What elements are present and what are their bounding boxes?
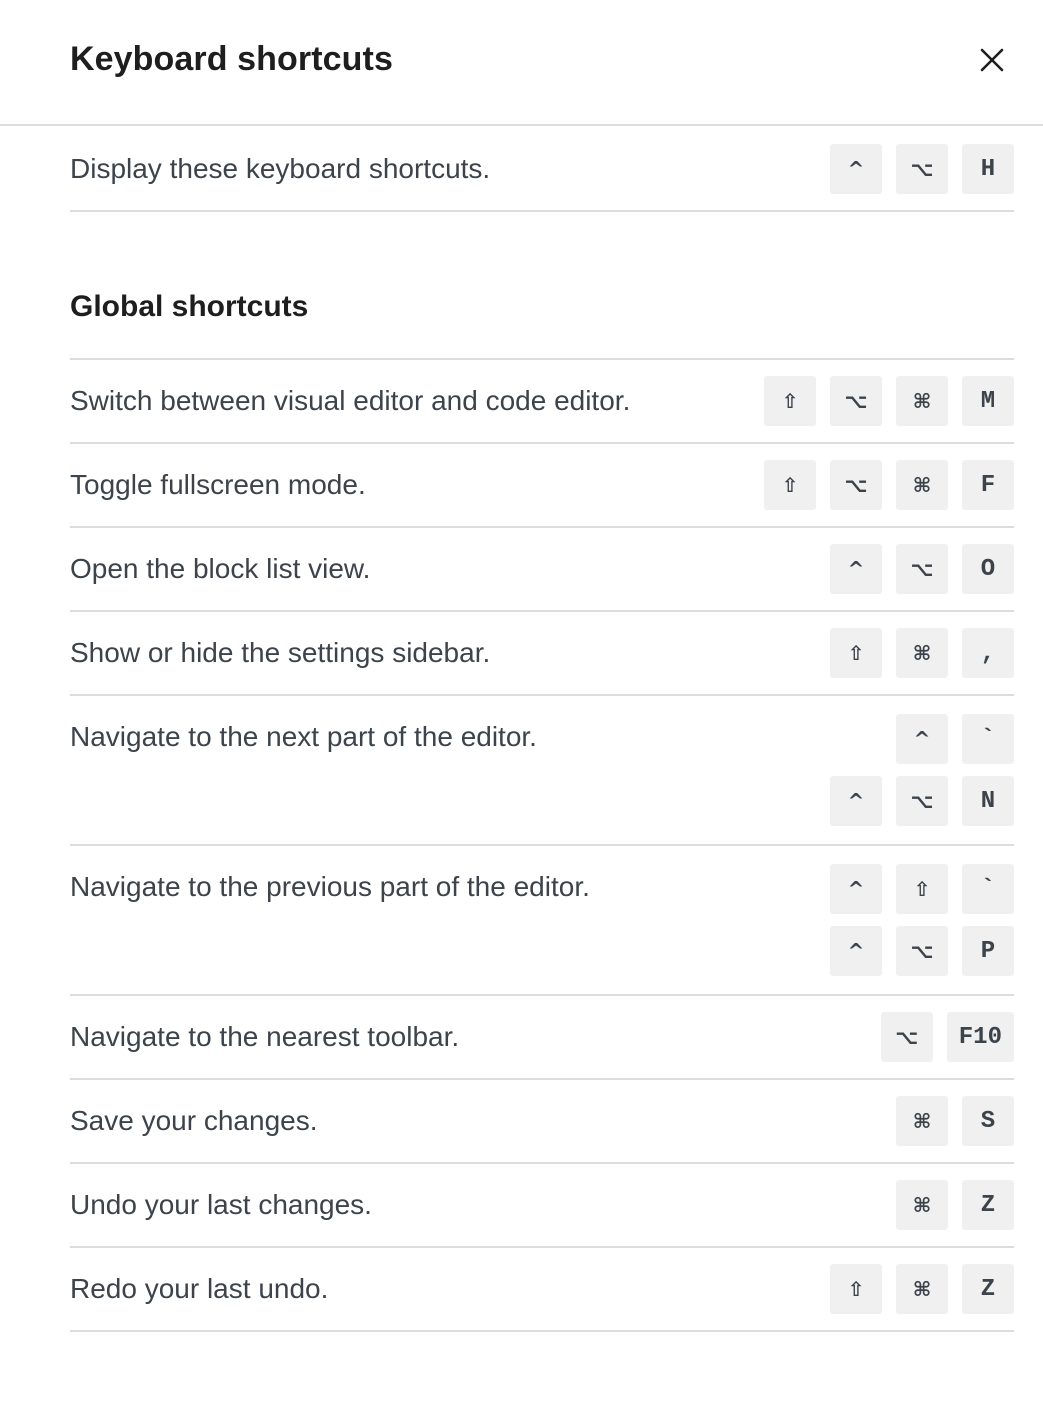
shortcut-description: Toggle fullscreen mode. [70, 469, 366, 500]
option-key: ⌥ [896, 544, 948, 594]
option-key: ⌥ [896, 776, 948, 826]
shortcut-key-combinations: ⇧ ⌥ ⌘ F [764, 460, 1014, 510]
key-combination: ^ ⌥ P [830, 926, 1014, 976]
shortcut-description: Navigate to the nearest toolbar. [70, 1021, 460, 1052]
control-key: ^ [830, 144, 882, 194]
shortcut-row: Display these keyboard shortcuts. ^ ⌥ H [70, 128, 1014, 212]
shortcut-key-combinations: ^ ` ^ ⌥ N [830, 714, 1014, 826]
option-key: ⌥ [830, 460, 882, 510]
shift-key: ⇧ [764, 460, 816, 510]
option-key: ⌥ [830, 376, 882, 426]
section-title: Global shortcuts [70, 290, 309, 323]
z-key: Z [962, 1180, 1014, 1230]
shortcut-description: Display these keyboard shortcuts. [70, 153, 491, 184]
control-key: ^ [830, 864, 882, 914]
key-combination: ^ ` [896, 714, 1014, 764]
key-combination: ⌥ F10 [880, 1012, 1014, 1062]
shortcut-row: Redo your last undo. ⇧ ⌘ Z [70, 1248, 1014, 1332]
shortcut-description: Open the block list view. [70, 553, 371, 584]
shift-key: ⇧ [764, 376, 816, 426]
shortcut-description: Undo your last changes. [70, 1189, 372, 1220]
comma-key: , [962, 628, 1014, 678]
shift-key: ⇧ [830, 628, 882, 678]
keyboard-shortcuts-modal: Keyboard shortcuts Display these keyboar… [0, 0, 1043, 1415]
key-combination: ⌘ Z [896, 1180, 1014, 1230]
shortcut-description: Redo your last undo. [70, 1273, 329, 1304]
shortcut-key-combinations: ⇧ ⌘ Z [830, 1264, 1014, 1314]
shift-key: ⇧ [896, 864, 948, 914]
control-key: ^ [830, 776, 882, 826]
key-combination: ⇧ ⌥ ⌘ M [764, 376, 1014, 426]
shortcut-row: Open the block list view. ^ ⌥ O [70, 528, 1014, 612]
key-combination: ^ ⌥ N [830, 776, 1014, 826]
shortcut-row: Navigate to the previous part of the edi… [70, 846, 1014, 996]
shortcut-description: Navigate to the next part of the editor. [70, 721, 537, 752]
control-key: ^ [830, 926, 882, 976]
shortcut-key-combinations: ⇧ ⌘, [830, 628, 1014, 678]
key-combination: ⇧ ⌘, [830, 628, 1014, 678]
key-combination: ⌘ S [896, 1096, 1014, 1146]
shortcut-row: Save your changes. ⌘ S [70, 1080, 1014, 1164]
shortcut-description: Show or hide the settings sidebar. [70, 637, 491, 668]
shortcut-row: Switch between visual editor and code ed… [70, 360, 1014, 444]
option-key: ⌥ [896, 144, 948, 194]
modal-title: Keyboard shortcuts [70, 40, 393, 78]
z-key: Z [962, 1264, 1014, 1314]
shortcut-row: Navigate to the next part of the editor.… [70, 696, 1014, 846]
global-shortcuts-section: Global shortcuts Switch between visual e… [70, 290, 1014, 1332]
shortcut-key-combinations: ⌥ F10 [880, 1012, 1014, 1062]
command-key: ⌘ [896, 628, 948, 678]
shortcut-key-combinations: ⌘ S [896, 1096, 1014, 1146]
shortcut-key-combinations: ⇧ ⌥ ⌘ M [764, 376, 1014, 426]
s-key: S [962, 1096, 1014, 1146]
o-key: O [962, 544, 1014, 594]
shortcut-description: Switch between visual editor and code ed… [70, 385, 631, 416]
close-button[interactable] [970, 38, 1014, 82]
command-key: ⌘ [896, 1096, 948, 1146]
m-key: M [962, 376, 1014, 426]
h-key: H [962, 144, 1014, 194]
key-combination: ^ ⌥ H [830, 144, 1014, 194]
control-key: ^ [896, 714, 948, 764]
key-combination: ^ ⇧ ` [830, 864, 1014, 914]
key-combination: ⇧ ⌥ ⌘ F [764, 460, 1014, 510]
backtick-key: ` [962, 714, 1014, 764]
global-shortcut-list: Switch between visual editor and code ed… [70, 358, 1014, 1332]
backtick-key: ` [962, 864, 1014, 914]
command-key: ⌘ [896, 1180, 948, 1230]
modal-header: Keyboard shortcuts [0, 0, 1043, 126]
shift-key: ⇧ [830, 1264, 882, 1314]
key-combination: ^ ⌥ O [830, 544, 1014, 594]
shortcut-key-combinations: ^ ⌥ H [830, 144, 1014, 194]
shortcut-row: Toggle fullscreen mode. ⇧ ⌥ ⌘ F [70, 444, 1014, 528]
close-icon [980, 48, 1004, 72]
modal-content: Display these keyboard shortcuts. ^ ⌥ H Glo… [70, 128, 1014, 1332]
shortcut-key-combinations: ⌘ Z [896, 1180, 1014, 1230]
main-shortcut-list: Display these keyboard shortcuts. ^ ⌥ H [70, 128, 1014, 212]
p-key: P [962, 926, 1014, 976]
n-key: N [962, 776, 1014, 826]
f10-key: F10 [946, 1012, 1014, 1062]
option-key: ⌥ [896, 926, 948, 976]
shortcut-description: Save your changes. [70, 1105, 318, 1136]
command-key: ⌘ [896, 460, 948, 510]
option-key: ⌥ [880, 1012, 933, 1062]
shortcut-row: Undo your last changes. ⌘ Z [70, 1164, 1014, 1248]
control-key: ^ [830, 544, 882, 594]
key-combination: ⇧ ⌘ Z [830, 1264, 1014, 1314]
f-key: F [962, 460, 1014, 510]
command-key: ⌘ [896, 1264, 948, 1314]
shortcut-key-combinations: ^ ⌥ O [830, 544, 1014, 594]
shortcut-description: Navigate to the previous part of the edi… [70, 871, 590, 902]
command-key: ⌘ [896, 376, 948, 426]
shortcut-row: Show or hide the settings sidebar. ⇧ ⌘, [70, 612, 1014, 696]
shortcut-key-combinations: ^ ⇧ ` ^ ⌥ P [830, 864, 1014, 976]
shortcut-row: Navigate to the nearest toolbar. ⌥ F10 [70, 996, 1014, 1080]
